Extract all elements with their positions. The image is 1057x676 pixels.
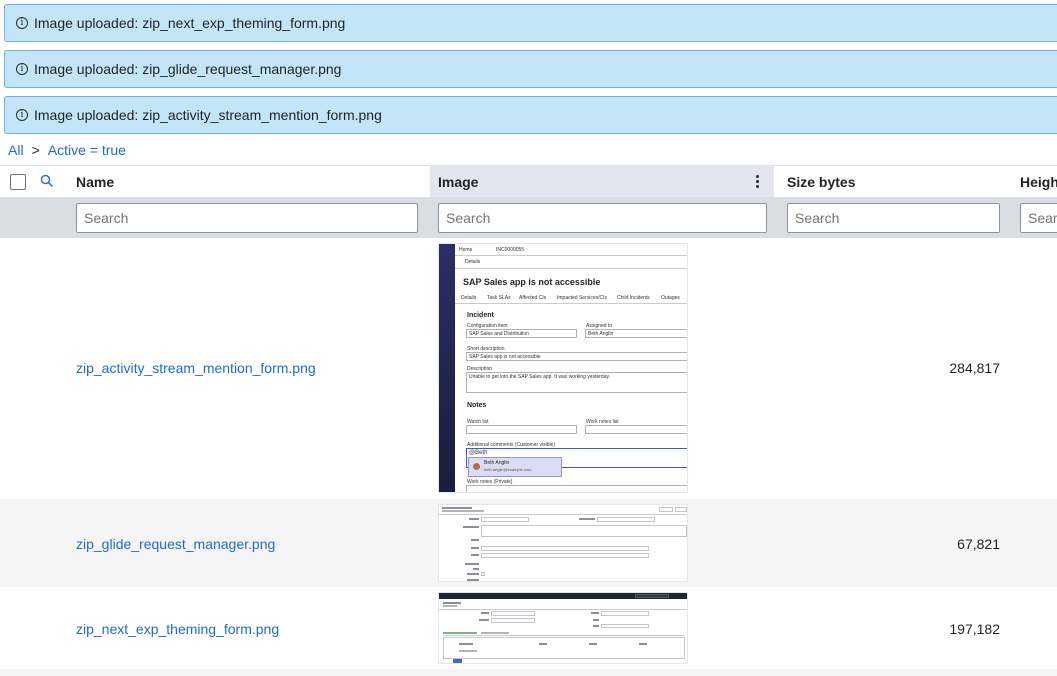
table-row: zip_glide_request_manager.png 67,821 bbox=[0, 499, 1057, 587]
breadcrumb-separator: > bbox=[31, 142, 40, 158]
thumbnail-text: Beth Anglin bbox=[588, 331, 614, 337]
notification-text: Image uploaded: zip_glide_request_manage… bbox=[34, 61, 342, 77]
breadcrumb-all-link[interactable]: All bbox=[8, 142, 24, 158]
thumbnail-text: SAP Sales and Distribution bbox=[469, 331, 529, 337]
notification-banner: i Image uploaded: zip_activity_stream_me… bbox=[4, 96, 1057, 134]
notification-text: Image uploaded: zip_activity_stream_ment… bbox=[34, 107, 382, 123]
column-header-label: Name bbox=[76, 174, 115, 190]
column-header-label: Heigh bbox=[1020, 174, 1057, 190]
thumbnail-text: Outages bbox=[661, 295, 680, 301]
height-search-input[interactable] bbox=[1020, 203, 1057, 233]
name-search-input[interactable] bbox=[76, 203, 418, 233]
table-header: Name Image Size bytes Heigh bbox=[0, 165, 1057, 198]
thumbnail-text: INC0000055 bbox=[496, 247, 525, 253]
column-header-label: Size bytes bbox=[787, 174, 856, 190]
info-icon: i bbox=[16, 109, 28, 121]
mention-popup: Beth Anglin beth.anglin@example.com bbox=[468, 457, 562, 477]
select-all-checkbox[interactable] bbox=[10, 174, 26, 190]
image-thumbnail[interactable] bbox=[438, 592, 688, 664]
image-thumbnail[interactable]: Home INC0000055 Details SAP Sales app is… bbox=[438, 243, 688, 493]
notification-banner: i Image uploaded: zip_glide_request_mana… bbox=[4, 50, 1057, 88]
table-row: zip_next_exp_theming_form.png 197,182 bbox=[0, 587, 1057, 669]
column-header-name[interactable]: Name bbox=[76, 166, 428, 198]
search-icon[interactable] bbox=[40, 174, 54, 188]
column-header-height[interactable]: Heigh bbox=[1020, 166, 1057, 198]
table-row: zip_activity_stream_mention_form.png Hom… bbox=[0, 238, 1057, 499]
thumbnail-text: beth.anglin@example.com bbox=[484, 467, 532, 472]
row-size-value: 284,817 bbox=[949, 360, 1000, 376]
image-search-input[interactable] bbox=[438, 203, 767, 233]
thumbnail-sidebar bbox=[439, 244, 455, 492]
column-header-label: Image bbox=[438, 174, 479, 190]
thumbnail-text: @Beth bbox=[469, 450, 488, 456]
column-header-size[interactable]: Size bytes bbox=[787, 166, 1000, 198]
filter-row bbox=[0, 197, 1057, 238]
breadcrumb-filter-link[interactable]: Active = true bbox=[48, 142, 126, 158]
row-name-link[interactable]: zip_glide_request_manager.png bbox=[76, 536, 275, 552]
row-name-link[interactable]: zip_next_exp_theming_form.png bbox=[76, 621, 279, 637]
thumbnail-text: Details bbox=[465, 259, 481, 265]
info-icon: i bbox=[16, 17, 28, 29]
info-icon: i bbox=[16, 63, 28, 75]
thumbnail-text: Details bbox=[461, 295, 477, 301]
row-name-link[interactable]: zip_activity_stream_mention_form.png bbox=[76, 360, 316, 376]
thumbnail-text: Incident bbox=[467, 312, 494, 319]
row-size-value: 197,182 bbox=[949, 621, 1000, 637]
notification-text: Image uploaded: zip_next_exp_theming_for… bbox=[34, 15, 346, 31]
image-thumbnail[interactable] bbox=[438, 504, 688, 582]
breadcrumb: All > Active = true bbox=[8, 142, 126, 158]
thumbnail-text: Child Incidents bbox=[617, 295, 650, 301]
row-size-value: 67,821 bbox=[957, 536, 1000, 552]
column-menu-icon[interactable] bbox=[756, 175, 760, 189]
thumbnail-text: Task SLAs bbox=[487, 295, 511, 301]
thumbnail-text: Home bbox=[459, 247, 473, 253]
notification-banner: i Image uploaded: zip_next_exp_theming_f… bbox=[4, 4, 1057, 42]
thumbnail-text: Impacted Services/CIs bbox=[557, 295, 608, 301]
table-row bbox=[0, 669, 1057, 676]
thumbnail-text: SAP Sales app is not accessible bbox=[463, 277, 601, 287]
thumbnail-text: Beth Anglin bbox=[484, 460, 510, 466]
size-search-input[interactable] bbox=[787, 203, 1000, 233]
thumbnail-text: SAP Sales app is not accessible bbox=[469, 354, 541, 360]
thumbnail-text: Affected CIs bbox=[519, 295, 547, 301]
avatar bbox=[473, 463, 480, 470]
thumbnail-text: Notes bbox=[467, 402, 487, 409]
column-header-image[interactable]: Image bbox=[430, 166, 774, 198]
thumbnail-text: Unable to get into the SAP Sales app. It… bbox=[469, 374, 611, 380]
